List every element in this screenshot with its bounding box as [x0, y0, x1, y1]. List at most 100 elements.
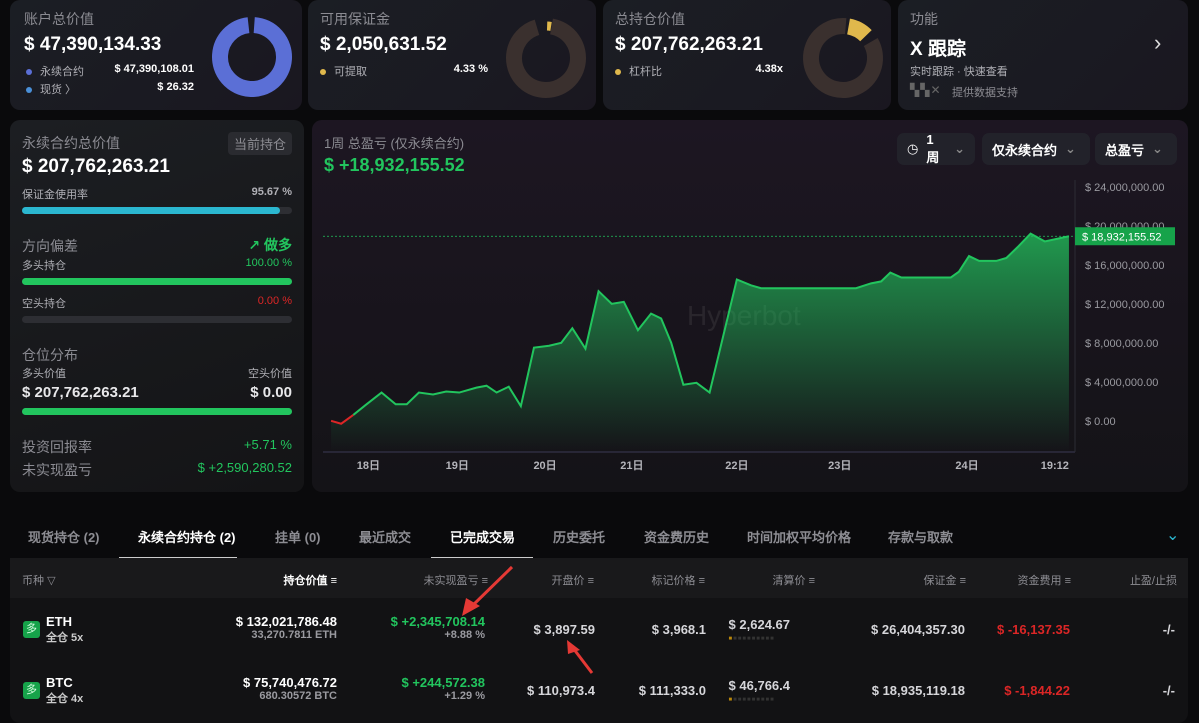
- period-dropdown[interactable]: ◷ 1周 ⌄: [897, 132, 975, 165]
- y-tick-label: $ 0.00: [1085, 416, 1116, 428]
- tpsl-cell[interactable]: -/-: [1163, 622, 1175, 637]
- pnl-chart: Hyperbot$ 0.00$ 4,000,000.00$ 8,000,000.…: [323, 180, 1175, 472]
- chevron-down-icon: ⌄: [1152, 141, 1163, 156]
- legend-withdrawable: 可提取 4.33 %: [320, 63, 488, 79]
- legend-leverage: 杠杆比 4.38x: [615, 63, 783, 79]
- tab-2[interactable]: 挂单 (0): [275, 527, 321, 546]
- collapse-chevron-icon[interactable]: ⌄: [1166, 525, 1179, 545]
- tab-6[interactable]: 资金费历史: [644, 527, 709, 546]
- card-title: 账户总价值: [24, 11, 94, 27]
- entry-price-cell: $ 110,973.4: [527, 683, 595, 698]
- x-tick-label: 19日: [446, 459, 469, 472]
- tab-3[interactable]: 最近成交: [359, 527, 411, 546]
- trend-up-icon: ↗: [248, 237, 264, 253]
- tab-1[interactable]: 永续合约持仓 (2): [138, 527, 236, 546]
- provider-text: 提供数据支持: [952, 87, 1018, 99]
- funding-cell: $ -1,844.22: [1004, 683, 1070, 698]
- tpsl-cell[interactable]: -/-: [1163, 683, 1175, 698]
- total-position-value: $ 207,762,263.21: [615, 34, 763, 55]
- upnl-value: $ +2,590,280.52: [197, 460, 292, 475]
- tab-0[interactable]: 现货持仓 (2): [28, 527, 100, 546]
- x-tick-label: 21日: [620, 459, 643, 472]
- x-tick-label: 19:12: [1041, 460, 1069, 472]
- coin-cell: BTC 全仓 4x: [46, 675, 84, 705]
- account-value-card: 账户总价值 $ 47,390,134.33 永续合约 $ 47,390,108.0…: [10, 0, 302, 110]
- sort-icon[interactable]: ≡: [482, 575, 488, 587]
- margin-usage-bar: [22, 207, 292, 214]
- margin-cell: $ 26,404,357.30: [871, 622, 965, 637]
- chevron-down-icon: ⌄: [954, 141, 965, 156]
- liq-price-cell: $ 2,624.67 ■■■■■■■■■■: [728, 617, 790, 642]
- pnl-type-dropdown[interactable]: 总盈亏 ⌄: [1095, 133, 1177, 165]
- upnl-cell: $ +244,572.38 +1.29 %: [401, 675, 486, 702]
- y-tick-label: $ 24,000,000.00: [1085, 182, 1165, 194]
- tab-5[interactable]: 历史委托: [553, 527, 605, 546]
- y-tick-label: $ 16,000,000.00: [1085, 260, 1165, 272]
- upnl-label: 未实现盈亏: [22, 462, 92, 478]
- x-tick-label: 23日: [828, 459, 851, 472]
- long-value-label: 多头价值: [22, 368, 66, 380]
- distribution-label: 仓位分布: [22, 347, 78, 363]
- column-header[interactable]: 持仓价值 ≡: [284, 572, 337, 588]
- x-tracking-card[interactable]: 功能 X 跟踪 实时跟踪 · 快速查看 ▚▚✕ 提供数据支持 ›: [898, 0, 1188, 110]
- position-value-cell: $ 132,021,786.48 33,270.7811 ETH: [235, 614, 337, 641]
- sort-icon[interactable]: ≡: [809, 575, 815, 587]
- mark-price-cell: $ 3,968.1: [651, 622, 706, 637]
- long-pct: 100.00 %: [245, 257, 292, 269]
- legend-perp: 永续合约 $ 47,390,108.01: [26, 63, 194, 79]
- short-value-label: 空头价值: [248, 368, 292, 380]
- leverage-donut: [803, 18, 883, 98]
- position-value-card: 总持仓价值 $ 207,762,263.21 杠杆比 4.38x: [603, 0, 891, 110]
- tab-4[interactable]: 已完成交易: [450, 527, 515, 546]
- contract-filter-dropdown[interactable]: 仅永续合约 ⌄: [982, 133, 1090, 165]
- perp-summary-panel: 永续合约总价值 当前持仓 $ 207,762,263.21 保证金使用率 95.…: [10, 120, 304, 492]
- column-header[interactable]: 开盘价 ≡: [552, 572, 594, 588]
- column-header[interactable]: 止盈/止损: [1130, 572, 1177, 588]
- account-total-value: $ 47,390,134.33: [24, 34, 162, 55]
- margin-donut: [506, 18, 586, 98]
- x-tick-label: 20日: [533, 459, 556, 472]
- sort-icon[interactable]: ≡: [1065, 575, 1071, 587]
- short-value: $ 0.00: [250, 384, 292, 401]
- column-header[interactable]: 标记价格 ≡: [652, 572, 705, 588]
- column-header[interactable]: 清算价 ≡: [773, 572, 815, 588]
- long-bar: [22, 278, 292, 285]
- column-header[interactable]: 未实现盈亏 ≡: [424, 572, 488, 588]
- chevron-right-icon[interactable]: ›: [1154, 30, 1161, 56]
- y-tick-label: $ 12,000,000.00: [1085, 299, 1165, 311]
- sort-icon[interactable]: ≡: [960, 575, 966, 587]
- sort-icon[interactable]: ≡: [331, 575, 337, 587]
- chart-title: 1周 总盈亏 (仅永续合约): [324, 136, 465, 151]
- column-header[interactable]: 保证金 ≡: [924, 572, 966, 588]
- long-side-badge: 多: [23, 682, 40, 699]
- short-bar: [22, 316, 292, 323]
- bbx-logo: ▚▚✕: [910, 83, 942, 97]
- column-header[interactable]: 币种 ▽: [22, 572, 56, 588]
- available-margin-value: $ 2,050,631.52: [320, 34, 447, 55]
- x-tick-label: 22日: [725, 459, 748, 472]
- roi-label: 投资回报率: [22, 439, 92, 455]
- funding-cell: $ -16,137.35: [996, 622, 1070, 637]
- margin-usage-value: 95.67 %: [251, 186, 292, 198]
- pnl-area: [331, 233, 1069, 452]
- tab-7[interactable]: 时间加权平均价格: [747, 527, 851, 546]
- sort-icon[interactable]: ≡: [588, 575, 594, 587]
- sort-icon[interactable]: ≡: [699, 575, 705, 587]
- direction-label: 方向偏差: [22, 238, 78, 254]
- account-donut: [212, 17, 292, 97]
- y-tick-label: $ 8,000,000.00: [1085, 338, 1158, 350]
- perp-total-value: $ 207,762,263.21: [22, 156, 170, 177]
- chevron-down-icon: ⌄: [1065, 141, 1076, 156]
- upnl-cell: $ +2,345,708.14 +8.88 %: [390, 614, 485, 641]
- card-title: 总持仓价值: [615, 11, 685, 27]
- entry-price-cell: $ 3,897.59: [533, 622, 595, 637]
- current-position-badge[interactable]: 当前持仓: [227, 132, 292, 155]
- margin-usage-label: 保证金使用率: [22, 189, 88, 201]
- mark-price-cell: $ 111,333.0: [638, 683, 706, 698]
- y-tick-label: $ 4,000,000.00: [1085, 377, 1158, 389]
- distribution-bar: [22, 408, 292, 415]
- column-header[interactable]: 资金费用 ≡: [1018, 572, 1071, 588]
- legend-spot[interactable]: 现货 〉 $ 26.32: [26, 81, 194, 97]
- filter-icon[interactable]: ▽: [47, 575, 55, 587]
- tab-8[interactable]: 存款与取款: [888, 527, 953, 546]
